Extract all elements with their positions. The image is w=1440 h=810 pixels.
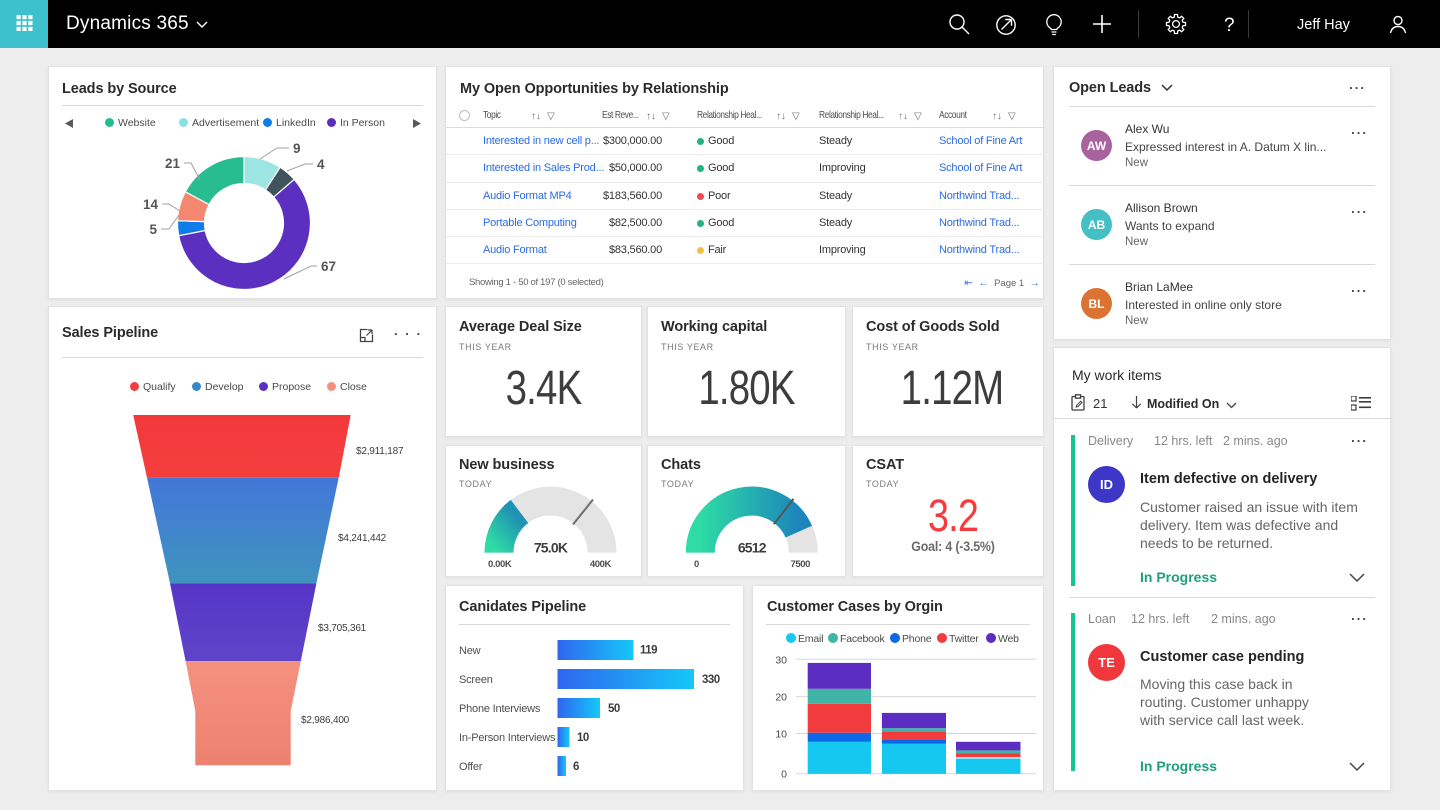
svg-text:330: 330 <box>702 674 720 686</box>
svg-text:New: New <box>459 645 481 657</box>
svg-text:67: 67 <box>321 259 336 274</box>
svg-text:10: 10 <box>577 732 589 744</box>
svg-text:7500: 7500 <box>790 559 810 570</box>
svg-text:9: 9 <box>293 141 301 156</box>
svg-text:Facebook: Facebook <box>840 633 885 645</box>
svg-text:Offer: Offer <box>459 761 483 773</box>
svg-text:10: 10 <box>775 729 787 741</box>
svg-text:$3,705,361: $3,705,361 <box>318 623 367 634</box>
svg-text:0: 0 <box>694 559 699 570</box>
svg-text:In-Person Interviews: In-Person Interviews <box>459 732 556 744</box>
svg-text:$4,241,442: $4,241,442 <box>338 533 387 544</box>
svg-text:$2,911,187: $2,911,187 <box>356 446 404 457</box>
svg-text:Email: Email <box>798 633 823 645</box>
svg-text:0: 0 <box>781 769 787 781</box>
svg-text:400K: 400K <box>590 559 612 570</box>
svg-text:Screen: Screen <box>459 674 493 686</box>
svg-text:6512: 6512 <box>738 540 767 556</box>
svg-text:6: 6 <box>573 761 579 773</box>
svg-text:Twitter: Twitter <box>949 633 979 645</box>
svg-text:5: 5 <box>149 222 157 237</box>
svg-text:0.00K: 0.00K <box>488 559 512 570</box>
svg-text:?: ? <box>1224 15 1235 36</box>
svg-text:75.0K: 75.0K <box>534 540 568 556</box>
svg-text:20: 20 <box>775 692 787 704</box>
svg-text:Phone: Phone <box>902 633 932 645</box>
svg-text:4: 4 <box>317 157 325 172</box>
svg-text:119: 119 <box>640 645 657 657</box>
svg-text:50: 50 <box>608 703 620 715</box>
svg-text:Web: Web <box>998 633 1019 645</box>
svg-text:Phone Interviews: Phone Interviews <box>459 703 541 715</box>
svg-text:21: 21 <box>165 156 181 171</box>
svg-text:30: 30 <box>775 655 787 667</box>
svg-text:$2,986,400: $2,986,400 <box>301 715 350 726</box>
svg-text:14: 14 <box>143 197 159 212</box>
